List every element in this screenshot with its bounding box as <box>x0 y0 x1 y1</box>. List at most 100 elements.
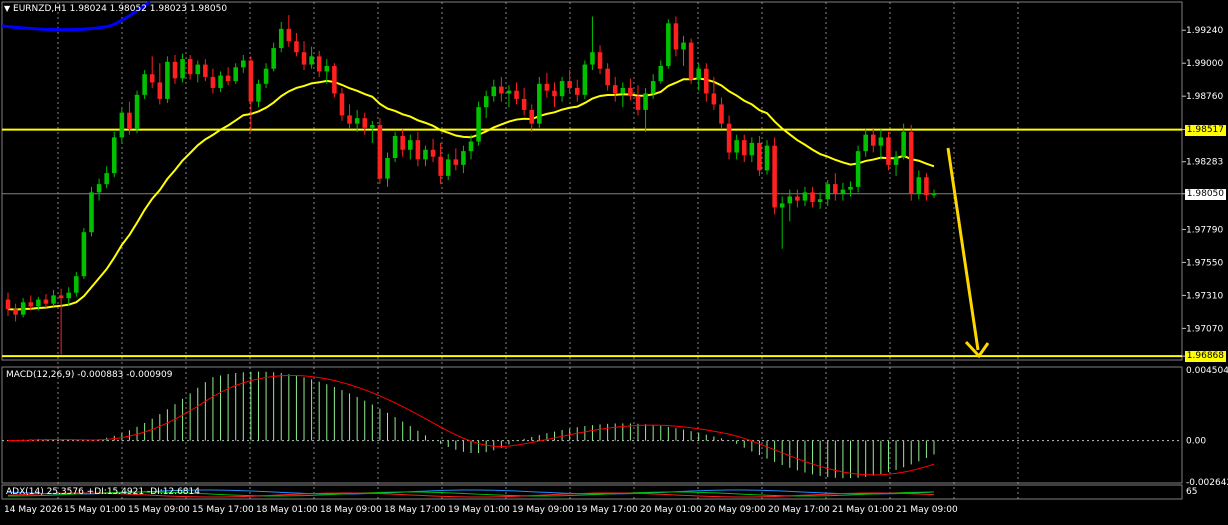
candle <box>362 112 368 135</box>
candle-body <box>157 82 163 99</box>
candle-body <box>309 56 314 65</box>
candle-body <box>430 149 436 157</box>
candle <box>187 54 193 80</box>
candle-body <box>605 68 610 86</box>
candle <box>332 63 337 98</box>
macd-tick-label: 0.004504 <box>1186 366 1228 376</box>
candle <box>316 50 322 77</box>
price-tick-label: 1.97070 <box>1186 324 1223 334</box>
candle-body <box>172 61 178 79</box>
candle <box>521 87 527 116</box>
candle <box>772 137 777 215</box>
candle <box>673 16 679 57</box>
candle <box>339 87 345 121</box>
candle-body <box>726 123 732 153</box>
price-tick-label: 1.97550 <box>1186 258 1223 268</box>
candle <box>210 68 216 94</box>
chart-window[interactable]: 1.99240 1.99000 1.98760 1.98517 1.98283 1.980… <box>0 0 1228 521</box>
candle-body <box>574 87 580 95</box>
candle <box>51 289 56 307</box>
candle-body <box>878 137 884 146</box>
candle-body <box>28 302 34 307</box>
price-tick-label: 1.99000 <box>1186 59 1223 69</box>
candle-body <box>916 177 922 194</box>
candle-body <box>111 137 117 174</box>
candle-body <box>521 98 527 110</box>
candle-body <box>241 60 246 68</box>
candle-body <box>332 65 337 94</box>
candle-body <box>908 131 914 194</box>
candle <box>491 79 497 102</box>
price-tick-label: 1.98760 <box>1186 92 1223 102</box>
candle-body <box>491 86 497 97</box>
time-tick-label: 19 May 17:00 <box>576 505 638 515</box>
candle-body <box>590 52 595 65</box>
candle-body <box>134 94 140 130</box>
candle <box>893 151 899 176</box>
candle-body <box>165 61 170 99</box>
candle <box>392 131 398 163</box>
chart-canvas[interactable]: 1.99240 1.99000 1.98760 1.98517 1.98283 1.980… <box>0 0 1228 521</box>
candle-body <box>278 28 284 49</box>
candle <box>559 76 565 102</box>
candle <box>597 45 603 75</box>
time-tick-label: 15 May 01:00 <box>64 505 126 515</box>
candle-body <box>886 137 891 165</box>
candle-body <box>931 193 937 196</box>
candle-body <box>643 93 648 110</box>
candle-body <box>688 42 694 80</box>
candle-body <box>324 65 330 72</box>
candle <box>142 70 147 99</box>
candle-body <box>795 196 800 201</box>
candle-body <box>559 81 565 97</box>
candle-body <box>415 140 421 160</box>
moving-averages <box>1 0 935 311</box>
candle-body <box>802 192 808 201</box>
candle <box>537 76 542 128</box>
candle-body <box>20 302 26 315</box>
candle-body <box>681 42 686 50</box>
candle-body <box>848 186 853 190</box>
macd-tick-label: 0.00 <box>1186 437 1206 447</box>
candle <box>400 129 405 157</box>
candle-body <box>893 156 899 165</box>
candle <box>415 131 421 167</box>
candle-body <box>711 93 717 105</box>
candle <box>165 56 170 104</box>
candle <box>696 63 701 91</box>
candle-body <box>666 23 671 66</box>
candles <box>5 15 937 355</box>
candle-body <box>347 115 352 124</box>
candle <box>43 294 49 308</box>
candle-body <box>362 118 368 128</box>
macd-pane <box>2 371 1182 479</box>
candle <box>203 59 208 82</box>
candle-body <box>476 107 481 142</box>
candle <box>476 101 481 146</box>
symbol-header[interactable]: ▼ EURNZD,H1 1.98024 1.98052 1.98023 1.98… <box>4 4 227 14</box>
candle-body <box>142 74 147 95</box>
candle-body <box>438 156 443 176</box>
candle-body <box>203 64 208 77</box>
candle-body <box>316 56 322 72</box>
candle <box>347 104 352 130</box>
candle-body <box>43 299 49 304</box>
candle <box>445 153 451 180</box>
macd-signal-line <box>7 374 935 476</box>
candle-body <box>461 151 466 165</box>
candle-body <box>582 64 588 95</box>
candle-body <box>263 68 269 84</box>
candle <box>66 287 71 306</box>
candle <box>719 97 724 130</box>
candle <box>810 186 815 208</box>
candle <box>658 60 664 84</box>
candle-body <box>5 299 11 310</box>
time-axis: 14 May 2026 15 May 01:00 15 May 09:00 15 Ma… <box>4 505 958 515</box>
candle <box>871 127 876 153</box>
candle-body <box>423 149 428 160</box>
triangle-down-icon[interactable]: ▼ <box>4 4 10 13</box>
candle <box>294 32 299 57</box>
candle <box>58 288 64 355</box>
candle-body <box>248 60 254 102</box>
price-axis: 1.99240 1.99000 1.98760 1.98517 1.98283 1.980… <box>1182 26 1228 497</box>
